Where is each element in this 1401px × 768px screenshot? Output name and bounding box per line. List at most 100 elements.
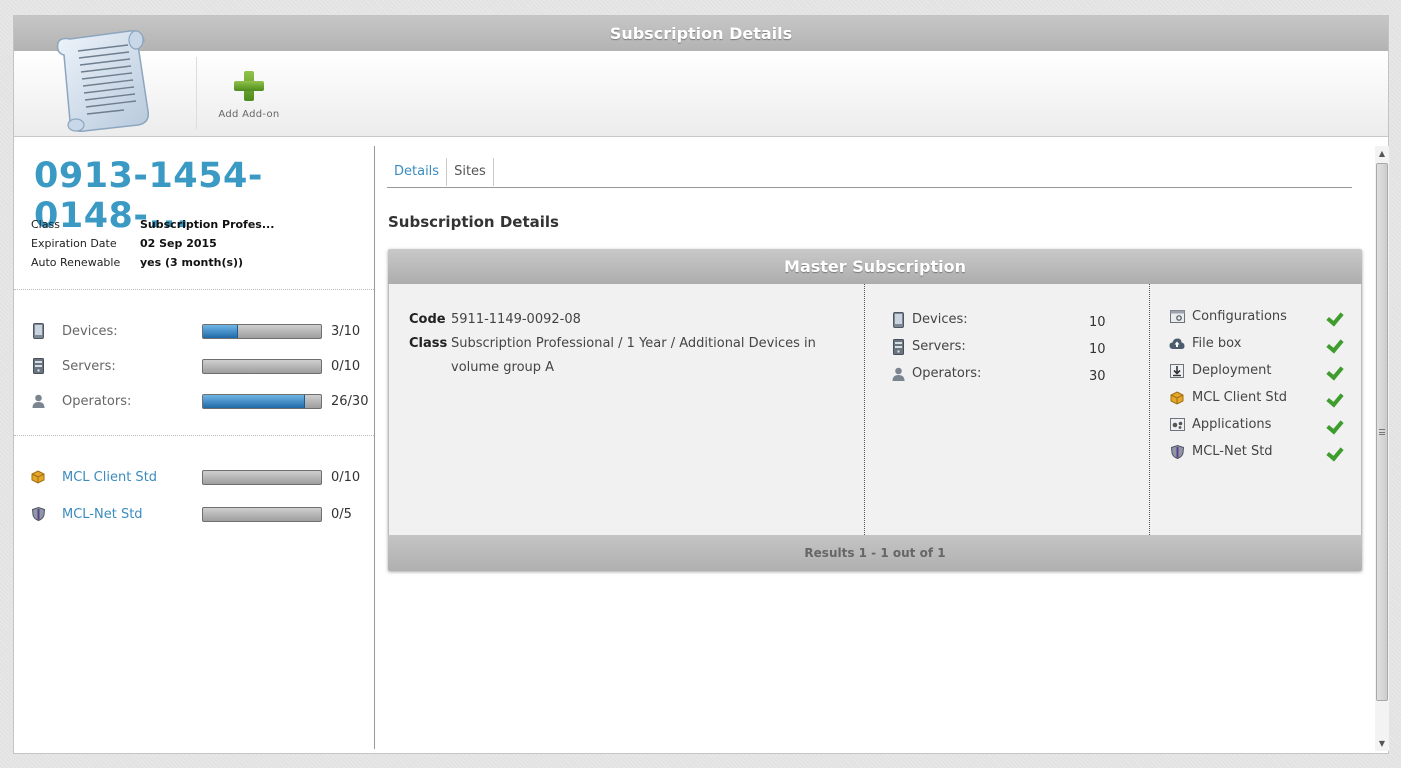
usage-label: Devices: [62,323,118,339]
progress-fill [203,324,239,338]
addon-row-mcl-client-std: MCL Client Std 0/10 [31,467,376,487]
code-value: 5911-1149-0092-08 [451,312,581,327]
limit-value: 10 [1089,342,1106,357]
progress-fill [203,394,306,408]
addon-row-mcl-net-std: MCL-Net Std 0/5 [31,504,376,524]
master-subscription-panel: Master Subscription Code 5911-1149-0092-… [388,249,1362,571]
feature-label: Applications [1192,417,1272,432]
addon-progress-bar [202,469,322,485]
addon-link-mcl-client-std[interactable]: MCL Client Std [62,470,202,485]
info-value: yes (3 month(s)) [140,256,244,269]
usage-row-operators: Operators: 26/30 [31,391,376,411]
feature-label: Deployment [1192,363,1272,378]
server-icon [891,338,905,355]
info-row-class: Class Subscription Profes... [31,218,274,237]
tab-sites[interactable]: Sites [447,158,494,186]
info-row-expiration: Expiration Date 02 Sep 2015 [31,237,274,256]
code-label: Code [409,312,446,327]
server-icon [31,358,45,374]
usage-count: 26/30 [331,393,369,409]
feature-label: MCL-Net Std [1192,444,1273,459]
shield-icon [31,506,45,522]
pane-divider [374,146,375,749]
tab-details[interactable]: Details [387,158,448,186]
limit-label: Servers: [912,339,966,354]
client-box-icon [1169,390,1185,405]
class-row: Class Subscription Professional / 1 Year… [409,332,864,380]
limit-row-servers: Servers: 10 [891,333,1149,360]
panel-body: Code 5911-1149-0092-08 Class Subscriptio… [388,284,1362,535]
feature-row-applications: Applications [1169,411,1361,438]
feature-label: MCL Client Std [1192,390,1288,405]
class-value: Subscription Professional / 1 Year / Add… [451,336,816,375]
info-key: Expiration Date [31,237,117,250]
check-icon [1327,364,1343,378]
window-title: Subscription Details [14,16,1388,51]
limit-label: Devices: [912,312,968,327]
check-icon [1327,391,1343,405]
scroll-down-arrow-icon[interactable]: ▼ [1375,736,1389,751]
feature-label: Configurations [1192,309,1287,324]
subscription-identity-column: Code 5911-1149-0092-08 Class Subscriptio… [389,284,865,535]
plus-icon [234,71,264,101]
subscription-summary-panel: 0913-1454-0148-... Class Subscription Pr… [14,138,375,754]
results-footer: Results 1 - 1 out of 1 [388,535,1362,571]
info-value: Subscription Profes... [140,218,275,231]
class-label: Class [409,336,448,351]
addon-progress-bar [202,506,322,522]
configurations-icon [1169,310,1185,323]
usage-label: Servers: [62,358,116,374]
limits-column: Devices: 10 Servers: 10 Operators: 30 [865,284,1150,535]
code-row: Code 5911-1149-0092-08 [409,308,864,332]
feature-row-deployment: Deployment [1169,357,1361,384]
feature-row-configurations: Configurations [1169,303,1361,330]
addon-count: 0/10 [331,469,361,485]
deployment-icon [1169,363,1185,378]
feature-row-mcl-net-std: MCL-Net Std [1169,438,1361,465]
add-addon-button[interactable]: Add Add-on [212,71,286,120]
device-icon [31,323,45,339]
toolbar-separator [196,57,197,129]
limit-value: 30 [1089,369,1106,384]
shield-icon [1169,444,1185,459]
limit-row-operators: Operators: 30 [891,360,1149,387]
tab-bar: Details Sites [387,158,1352,188]
check-icon [1327,337,1343,351]
usage-row-servers: Servers: 0/10 [31,356,376,376]
add-addon-label: Add Add-on [218,109,280,120]
usage-count: 3/10 [331,323,361,339]
divider [14,435,374,436]
scroll-thumb[interactable] [1376,163,1388,701]
addon-link-mcl-net-std[interactable]: MCL-Net Std [62,507,202,522]
applications-icon [1169,418,1185,431]
scroll-grip-icon [1379,429,1385,435]
usage-label: Operators: [62,393,132,409]
operator-icon [31,393,45,409]
scroll-up-arrow-icon[interactable]: ▲ [1375,146,1389,161]
devices-progress-bar [202,323,322,339]
feature-label: File box [1192,336,1242,351]
divider [14,289,374,290]
info-row-auto-renewable: Auto Renewable yes (3 month(s)) [31,256,274,275]
info-key: Class [31,218,60,231]
features-column: Configurations File box Deployment MCL C… [1150,284,1361,535]
subscription-details-window: Subscription Details Add Add-on 0913-145… [13,15,1389,754]
usage-count: 0/10 [331,358,361,374]
toolbar: Add Add-on [14,30,1388,137]
feature-row-file-box: File box [1169,330,1361,357]
vertical-scrollbar[interactable]: ▲ ▼ [1375,146,1389,751]
check-icon [1327,445,1343,459]
check-icon [1327,310,1343,324]
feature-row-mcl-client-std: MCL Client Std [1169,384,1361,411]
limit-row-devices: Devices: 10 [891,306,1149,333]
check-icon [1327,418,1343,432]
info-value: 02 Sep 2015 [140,237,217,250]
limit-label: Operators: [912,366,982,381]
limit-value: 10 [1089,315,1106,330]
client-box-icon [31,469,45,485]
panel-title: Master Subscription [388,249,1362,284]
cloud-upload-icon [1169,338,1185,350]
servers-progress-bar [202,358,322,374]
scroll-icon [56,30,150,133]
section-title: Subscription Details [388,213,559,231]
